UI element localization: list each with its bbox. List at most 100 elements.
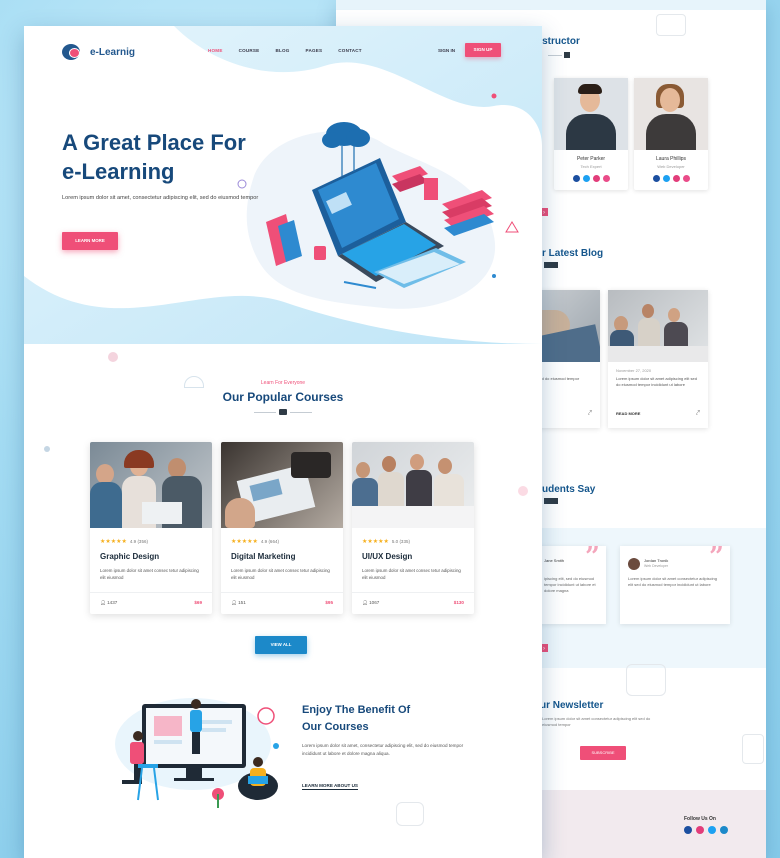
facebook-icon[interactable] <box>684 826 692 834</box>
section-divider <box>254 408 312 416</box>
instructor-role: Tech Expert <box>580 164 602 169</box>
instagram-icon[interactable] <box>696 826 704 834</box>
course-image <box>221 442 343 528</box>
chat-icon <box>626 664 666 696</box>
instagram-icon[interactable] <box>592 175 600 182</box>
instructor-card[interactable]: Peter Parker Tech Expert <box>554 78 628 190</box>
nav-contact[interactable]: CONTACT <box>338 48 362 53</box>
divider <box>352 592 474 593</box>
cup-illustration <box>314 246 326 260</box>
share-icon[interactable]: ⤤ <box>588 410 592 418</box>
decoration-dot <box>518 486 528 496</box>
benefit-title: Enjoy The Benefit Of Our Courses <box>302 704 411 733</box>
quote-icon: ” <box>709 542 724 572</box>
course-card[interactable]: ★★★★★ 5.0 (335) UI/UX Design Lorem ipsum … <box>352 442 474 614</box>
course-description: Lorem ipsum dolor sit amet consec tetur … <box>100 568 199 580</box>
avatar <box>628 558 640 570</box>
course-students: 👤︎ 151 <box>231 600 246 605</box>
dribbble-icon[interactable] <box>602 175 610 182</box>
instructor-name: Laura Phillips <box>655 156 687 162</box>
testimonial-name: Jane Smith <box>544 558 565 563</box>
course-card[interactable]: ★★★★★ 4.9 (356) Graphic Design Lorem ipsu… <box>90 442 212 614</box>
user-icon: 👤︎ <box>231 600 237 605</box>
twitter-icon[interactable] <box>582 175 590 182</box>
instructor-card[interactable]: Laura Phillips Web Developer <box>634 78 708 190</box>
linkedin-icon[interactable] <box>720 826 728 834</box>
view-all-button[interactable]: VIEW ALL <box>255 636 307 654</box>
instructor-social-links <box>634 175 708 182</box>
course-title: UI/UX Design <box>362 552 413 561</box>
user-icon: 👤︎ <box>100 600 106 605</box>
main-nav: HOME COURSE BLOG PAGES CONTACT <box>208 48 362 53</box>
quote-icon: ” <box>585 542 600 572</box>
course-rating: ★★★★★ 4.9 (356) <box>100 539 148 545</box>
testimonial-role: Web Developer <box>644 564 669 568</box>
twitter-icon[interactable] <box>708 826 716 834</box>
benefit-illustration <box>115 698 279 808</box>
testimonial-name: Jordan Tronik <box>644 558 669 563</box>
section-tagline: Learn For Everyone <box>260 380 306 386</box>
newsletter-text: Lorem ipsum dolor sit amet consectetur a… <box>542 716 651 727</box>
course-description: Lorem ipsum dolor sit amet consec tetur … <box>362 568 461 580</box>
chat-icon <box>396 802 424 826</box>
dribbble-icon[interactable] <box>682 175 690 182</box>
instructor-role: Web Developer <box>657 164 685 169</box>
testimonial-card: ” Jordan Tronik Web Developer Lorem ipsu… <box>620 542 730 624</box>
chat-icon <box>742 734 764 764</box>
course-rating: ★★★★★ 5.0 (335) <box>362 539 410 545</box>
newsletter-heading: ur Newsletter <box>540 700 604 711</box>
instagram-icon[interactable] <box>672 175 680 182</box>
divider <box>90 592 212 593</box>
course-description: Lorem ipsum dolor sit amet consec tetur … <box>231 568 330 580</box>
graduation-hat-icon <box>544 262 558 268</box>
instructor-photo <box>554 78 628 150</box>
learn-more-button[interactable]: LEARN MORE <box>62 232 118 250</box>
course-rating: ★★★★★ 4.9 (664) <box>231 539 279 545</box>
course-image <box>352 442 474 528</box>
hero-subtitle: Lorem ipsum dolor sit amet, consectetur … <box>62 195 259 201</box>
graduation-hat-icon <box>279 409 287 415</box>
instructor-name: Peter Parker <box>576 156 606 162</box>
blog-card[interactable]: November 27, 2020 Lorem ipsum dolor sit … <box>608 290 708 428</box>
subscribe-button[interactable]: SUBSCRIBE <box>580 746 626 760</box>
share-icon[interactable]: ⤤ <box>696 410 700 418</box>
back-top-band <box>336 0 766 10</box>
user-icon: 👤︎ <box>362 600 368 605</box>
twitter-icon[interactable] <box>662 175 670 182</box>
instructor-social-links <box>554 175 628 182</box>
nav-course[interactable]: COURSE <box>239 48 260 53</box>
testimonial-text: Lorem ipsum dolor sit amet consectetur a… <box>628 576 717 587</box>
front-page-preview: e-Learnig HOME COURSE BLOG PAGES CONTACT… <box>24 26 542 858</box>
learn-more-about-us-link[interactable]: LEARN MORE ABOUT US <box>302 783 358 790</box>
course-card[interactable]: ★★★★★ 4.9 (664) Digital Marketing Lorem i… <box>221 442 343 614</box>
nav-home[interactable]: HOME <box>208 48 223 53</box>
blog-excerpt: Lorem ipsum dolor sit amet adipiscing el… <box>616 376 697 387</box>
course-price: $130 <box>453 600 464 605</box>
chat-icon <box>656 14 686 36</box>
nav-pages[interactable]: PAGES <box>306 48 323 53</box>
facebook-icon[interactable] <box>572 175 580 182</box>
course-students: 👤︎ 1437 <box>100 600 118 605</box>
testimonial-heading: udents Say <box>542 484 596 495</box>
sign-in-link[interactable]: SIGN IN <box>438 48 455 53</box>
read-more-link[interactable]: READ MORE <box>616 411 640 416</box>
blog-image <box>608 290 708 362</box>
divider <box>221 592 343 593</box>
instructor-photo <box>634 78 708 150</box>
course-students: 👤︎ 1067 <box>362 600 380 605</box>
decoration-dot <box>44 446 50 452</box>
facebook-icon[interactable] <box>652 175 660 182</box>
sign-up-button[interactable]: SIGN UP <box>465 43 501 57</box>
nav-blog[interactable]: BLOG <box>275 48 289 53</box>
wifi-icon <box>184 376 204 388</box>
instructor-divider <box>548 52 588 60</box>
hero-section: e-Learnig HOME COURSE BLOG PAGES CONTACT… <box>24 26 542 344</box>
hero-title: A Great Place For e-Learning <box>62 130 246 184</box>
testimonial-text: ipiscing elit, sed do eiusmod tempor inc… <box>544 576 596 593</box>
course-title: Digital Marketing <box>231 552 296 561</box>
logo-icon <box>62 42 84 62</box>
course-image <box>90 442 212 528</box>
brand-logo[interactable]: e-Learnig <box>62 42 135 62</box>
course-price: $69 <box>194 600 202 605</box>
instructor-heading: nstructor <box>536 36 580 47</box>
